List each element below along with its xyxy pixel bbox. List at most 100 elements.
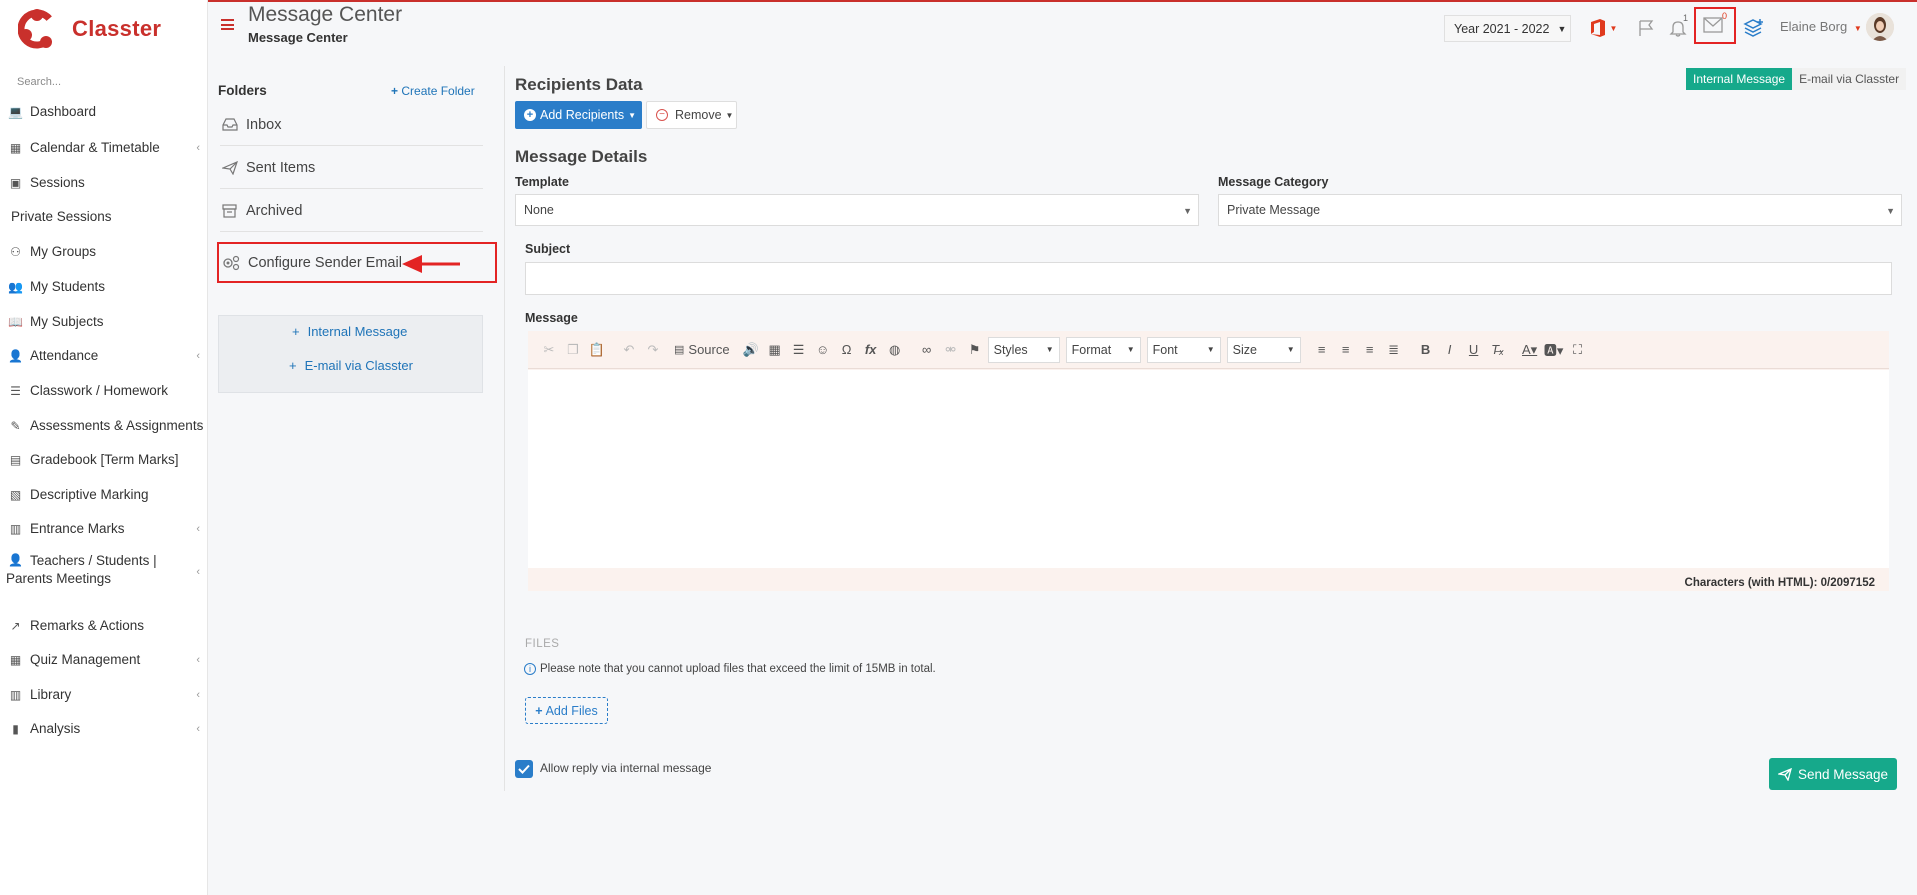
sidebar-item-attendance[interactable]: 👤 Attendance ‹ [0,348,208,363]
sidebar-item-gradebook-term-marks[interactable]: ▤ Gradebook [Term Marks] [0,452,208,467]
styles-dropdown[interactable]: Styles ▼ [987,336,1060,363]
chevron-left-icon: ‹ [196,350,200,362]
cut-icon[interactable]: ✂ [538,338,560,362]
remove-button[interactable]: − Remove ▼ [646,101,737,129]
audio-icon[interactable]: 🔊 [740,338,762,362]
underline-icon[interactable]: U [1463,338,1485,362]
chevron-down-icon: ▼ [1126,345,1135,354]
table-icon[interactable]: ▦ [764,338,786,362]
new-email-link[interactable]: + E-mail via Classter [289,358,413,373]
menu-toggle-icon[interactable] [221,19,234,30]
sidebar-item-dashboard[interactable]: 💻 Dashboard [0,104,208,119]
avatar[interactable] [1866,13,1894,41]
horizontal-line-icon[interactable]: ☰ [788,338,810,362]
add-files-button[interactable]: + Add Files [525,697,608,724]
flag-button[interactable] [1634,14,1658,42]
sidebar-item-my-students[interactable]: 👥 My Students [0,279,208,294]
folder-sent-items[interactable]: Sent Items [220,147,483,189]
message-category-value: Private Message [1227,203,1321,217]
add-files-label: Add Files [545,703,598,718]
sidebar-item-remarks-actions[interactable]: ↗ Remarks & Actions [0,618,208,633]
globe-icon[interactable]: ◍ [884,338,906,362]
message-body-editor[interactable] [528,370,1889,568]
size-dropdown[interactable]: Size ▼ [1226,336,1301,363]
background-color-icon[interactable]: 🅰▾ [1543,338,1565,362]
user-menu[interactable]: Elaine Borg ▼ [1780,19,1862,34]
sidebar-item-entrance-marks[interactable]: ▥ Entrance Marks ‹ [0,521,208,536]
folder-archived[interactable]: Archived [220,190,483,232]
chevron-down-icon: ▼ [1609,23,1618,33]
format-dropdown[interactable]: Format ▼ [1065,336,1141,363]
sidebar-item-label: Sessions [30,175,85,190]
size-label: Size [1232,342,1257,357]
envelope-icon [1703,17,1723,33]
send-message-button[interactable]: Send Message [1769,758,1897,790]
bold-icon[interactable]: B [1415,338,1437,362]
chevron-down-icon: ▼ [725,110,734,120]
office-menu[interactable]: ▼ [1586,14,1620,42]
italic-icon[interactable]: I [1439,338,1461,362]
formula-icon[interactable]: fx [860,338,882,362]
chevron-down-icon: ▼ [1886,206,1895,216]
layers-button[interactable] [1742,14,1766,42]
configure-sender-email-label: Configure Sender Email [248,254,402,271]
tab-internal-message[interactable]: Internal Message [1686,68,1793,90]
sidebar-item-classwork-homework[interactable]: ☰ Classwork / Homework [0,383,208,398]
align-right-icon[interactable]: ≡ [1359,338,1381,362]
align-center-icon[interactable]: ≡ [1335,338,1357,362]
logo[interactable]: Classter [18,8,161,50]
annotation-arrow-icon [402,255,460,273]
notifications-button[interactable]: 1 [1666,13,1690,42]
sidebar-item-assessments-assignments[interactable]: ✎ Assessments & Assignments ‹ [0,418,208,433]
message-category-select[interactable]: Private Message ▼ [1218,194,1902,226]
remove-format-icon[interactable]: T̶ₓ [1487,338,1509,362]
sidebar-item-sessions[interactable]: ▣ Sessions [0,175,208,190]
subject-input[interactable] [525,262,1892,295]
paste-icon[interactable]: 📋 [586,338,608,362]
smiley-icon[interactable]: ☺ [812,338,834,362]
font-dropdown[interactable]: Font ▼ [1146,336,1221,363]
anchor-flag-icon[interactable]: ⚑ [964,338,986,362]
text-color-icon[interactable]: A▾ [1519,338,1541,362]
special-char-icon[interactable]: Ω [836,338,858,362]
sidebar-item-my-groups[interactable]: ⚇ My Groups [0,244,208,259]
sidebar-item-teachers-students[interactable]: 👤 Teachers / Students | Parents Meetings ‹ [0,552,208,588]
sidebar-search-input[interactable]: Search... [17,76,61,88]
allow-reply-checkbox[interactable] [515,760,533,778]
chevron-left-icon: ‹ [196,523,200,535]
link-icon[interactable]: ∞ [916,338,938,362]
redo-icon[interactable]: ↷ [642,338,664,362]
add-recipients-button[interactable]: + Add Recipients ▼ [515,101,642,129]
gradebook-icon: ▤ [9,452,22,467]
sidebar-item-descriptive-marking[interactable]: ▧ Descriptive Marking [0,487,208,502]
year-select[interactable]: Year 2021 - 2022 ▼ [1444,15,1571,42]
new-internal-message-link[interactable]: + Internal Message [292,324,407,339]
create-folder-button[interactable]: + Create Folder [391,84,475,98]
list-icon: ☰ [10,383,21,398]
source-button[interactable]: ▤ Source [674,338,730,362]
inbox-icon [222,118,238,132]
justify-icon[interactable]: ≣ [1383,338,1405,362]
template-label: Template [515,175,569,189]
undo-icon[interactable]: ↶ [618,338,640,362]
align-left-icon[interactable]: ≡ [1311,338,1333,362]
folder-inbox[interactable]: Inbox [220,104,483,146]
sidebar-item-library[interactable]: ▥ Library ‹ [0,687,208,702]
sidebar-item-private-sessions[interactable]: Private Sessions [0,209,208,224]
sidebar-item-my-subjects[interactable]: 📖 My Subjects [0,314,208,329]
sidebar-item-quiz-management[interactable]: ▦ Quiz Management ‹ [0,652,208,667]
copy-icon[interactable]: ❐ [562,338,584,362]
tab-email-via-classter[interactable]: E-mail via Classter [1792,68,1907,90]
files-heading: FILES [525,638,560,650]
sidebar-item-analysis[interactable]: ▮ Analysis ‹ [0,721,208,736]
sidebar-item-label: Dashboard [30,104,97,119]
messages-button[interactable]: 0 [1694,7,1736,44]
template-select[interactable]: None ▼ [515,194,1199,226]
sidebar-item-calendar-timetable[interactable]: ▦ Calendar & Timetable ‹ [0,140,208,155]
user-name: Elaine Borg [1780,19,1848,34]
chevron-down-icon: ▼ [1286,345,1295,354]
editor-toolbar: ✂ ❐ 📋 ↶ ↷ ▤ Source 🔊 ▦ ☰ ☺ Ω fx ◍ ∞ ⚮ ⚑ … [528,331,1889,369]
maximize-icon[interactable]: ⛶ [1567,338,1589,362]
font-label: Font [1152,342,1178,357]
unlink-icon[interactable]: ⚮ [940,338,962,362]
